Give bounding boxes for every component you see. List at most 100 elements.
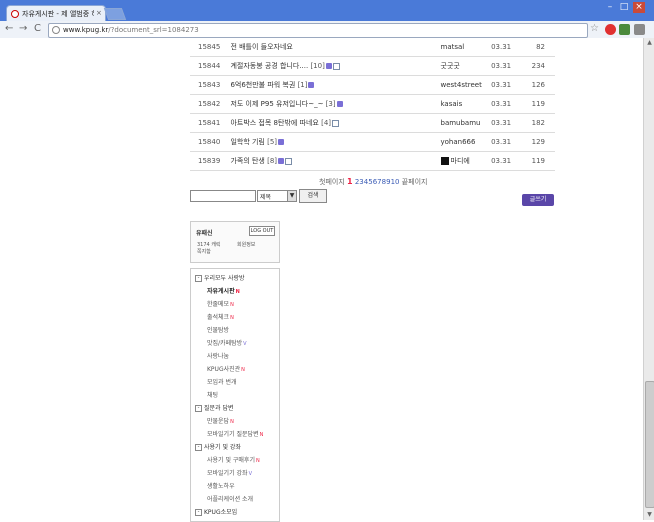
post-subject-cell: 전 배틀이 들오자네요 [230, 38, 441, 57]
close-window-button[interactable]: × [633, 2, 645, 13]
post-author[interactable]: yohan666 [440, 132, 492, 152]
menu-group[interactable]: - 사용기 및 강좌 [195, 442, 241, 451]
address-bar[interactable]: www.kpug.kr/?document_srl=1084273 [48, 23, 588, 38]
menu-group[interactable]: - 질문과 답변 [195, 403, 234, 412]
first-page-link[interactable]: 첫페이지 [319, 178, 345, 186]
comment-count[interactable]: [1] [298, 81, 308, 89]
post-number: 15841 [190, 113, 231, 133]
new-badge-icon: N [259, 432, 264, 438]
comment-count[interactable]: [3] [326, 100, 336, 108]
expand-icon[interactable]: - [195, 509, 202, 516]
post-subject-link[interactable]: 가족의 탄생 [230, 157, 264, 165]
vertical-scrollbar[interactable]: ▲ ▼ [643, 38, 654, 520]
menu-item[interactable]: 모바일기기 질문답변N [207, 429, 263, 438]
menu-group[interactable]: - KPUG소모임 [195, 507, 237, 516]
menu-item[interactable]: 모바일기기 강좌V [207, 468, 252, 477]
post-row[interactable]: 15841 아트박스 접목 8탄밖에 따네요 [4] bamubamu 03.31 18… [190, 113, 555, 133]
post-row[interactable]: 15839 가족의 탄생 [8] 마디에 03.31 119 [190, 151, 555, 171]
new-badge-icon: N [255, 458, 260, 464]
menu-item[interactable]: 맛집/카페탐방V [207, 338, 247, 347]
menu-item[interactable]: 채팅 [207, 390, 218, 399]
write-post-button[interactable]: 글쓰기 [522, 194, 554, 206]
post-number: 15842 [190, 94, 231, 114]
new-post-icon [278, 139, 285, 145]
menu-item[interactable]: 만물운답N [207, 416, 234, 425]
forward-arrow-icon[interactable]: → [19, 23, 27, 34]
back-arrow-icon[interactable]: ← [5, 23, 13, 34]
search-target-select[interactable]: 제목 ▼ [257, 190, 297, 202]
scroll-down-icon[interactable]: ▼ [644, 510, 654, 520]
points-link[interactable]: 3174 캐릭 [197, 241, 221, 248]
last-page-link[interactable]: 끝페이지 [402, 178, 428, 186]
comment-count[interactable]: [10] [310, 62, 324, 70]
menu-item[interactable]: KPUG사진관N [207, 364, 245, 373]
extension-stop-icon[interactable] [605, 24, 616, 35]
post-author[interactable]: bamubamu [440, 113, 492, 133]
page-content: 15845 전 배틀이 들오자네요 matsal 03.31 82 15844 계절자동봉… [0, 38, 643, 522]
attachment-icon [332, 62, 340, 70]
post-subject-link[interactable]: 6억6천만불 파워 복권 [230, 81, 295, 89]
menu-item[interactable]: 출석체크N [207, 312, 234, 321]
post-author[interactable]: west4street [440, 75, 492, 95]
extension-icon[interactable] [619, 24, 630, 35]
menu-item[interactable]: 사용기 및 구매후기N [207, 455, 260, 464]
reload-icon[interactable]: C [34, 23, 41, 34]
post-subject-cell: 저도 이제 P95 유저입니다~_~ [3] [230, 94, 441, 114]
menu-item[interactable]: 사랑나눔 [207, 351, 229, 360]
post-author[interactable]: 마디에 [440, 151, 492, 171]
expand-icon[interactable]: - [195, 405, 202, 412]
post-subject-link[interactable]: 일학학 기림 [230, 138, 264, 146]
post-subject-cell: 6억6천만불 파워 복권 [1] [230, 75, 441, 95]
post-row[interactable]: 15840 일학학 기림 [5] yohan666 03.31 129 [190, 132, 555, 152]
post-row[interactable]: 15845 전 배틀이 들오자네요 matsal 03.31 82 [190, 38, 555, 57]
new-tab-button[interactable] [103, 8, 127, 20]
expand-icon[interactable]: - [195, 444, 202, 451]
post-date: 03.31 [491, 132, 522, 152]
post-subject-link[interactable]: 아트박스 접목 8탄밖에 따네요 [230, 119, 318, 127]
logout-button[interactable]: LOG OUT [249, 226, 275, 236]
maximize-button[interactable]: □ [618, 2, 630, 13]
minimize-button[interactable]: – [604, 2, 616, 13]
post-subject-link[interactable]: 저도 이제 P95 유저입니다~_~ [230, 100, 323, 108]
post-author[interactable]: kasais [440, 94, 492, 114]
comment-count[interactable]: [8] [267, 157, 277, 165]
search-button[interactable]: 검색 [299, 189, 327, 203]
menu-item[interactable]: 한줄메모N [207, 299, 234, 308]
vote-badge-icon: V [243, 341, 247, 347]
menu-item[interactable]: 모임과 번개 [207, 377, 237, 386]
post-subject-link[interactable]: 전 배틀이 들오자네요 [230, 43, 292, 51]
post-number: 15840 [190, 132, 231, 152]
post-author[interactable]: matsal [440, 38, 492, 57]
post-hits: 119 [521, 94, 555, 114]
menu-item[interactable]: 생활노하우 [207, 481, 235, 490]
post-row[interactable]: 15844 계절자동봉 공경 합니다.... [10] 굿굿굿 03.31 234 [190, 56, 555, 76]
post-author[interactable]: 굿굿굿 [440, 56, 492, 76]
browser-tab[interactable]: 자유게시판 - 제 앨범중 하 × [6, 5, 106, 22]
post-row[interactable]: 15842 저도 이제 P95 유저입니다~_~ [3] kasais 03.31 11… [190, 94, 555, 114]
scrollbar-thumb[interactable] [645, 381, 654, 508]
page-link[interactable]: 10 [391, 178, 400, 186]
comment-count[interactable]: [4] [321, 119, 331, 127]
post-date: 03.31 [491, 56, 522, 76]
post-date: 03.31 [491, 113, 522, 133]
menu-group[interactable]: - 우리모두 사랑방 [195, 273, 245, 282]
member-info-link[interactable]: 회원정보 [237, 241, 255, 248]
address-text[interactable]: www.kpug.kr/?document_srl=1084273 [63, 26, 199, 34]
scroll-up-icon[interactable]: ▲ [644, 38, 654, 48]
comment-count[interactable]: [5] [267, 138, 277, 146]
bookmark-star-icon[interactable]: ☆ [590, 23, 599, 34]
tab-close-icon[interactable]: × [96, 9, 102, 17]
post-hits: 82 [521, 38, 555, 57]
chevron-down-icon[interactable]: ▼ [287, 191, 296, 201]
wrench-icon[interactable] [634, 24, 645, 35]
post-date: 03.31 [491, 75, 522, 95]
menu-item[interactable]: 자유게시판N [207, 286, 240, 295]
post-row[interactable]: 15843 6억6천만불 파워 복권 [1] west4street 03.31 126 [190, 75, 555, 95]
post-subject-link[interactable]: 계절자동봉 공경 합니다.... [230, 62, 308, 70]
search-input[interactable] [190, 190, 256, 202]
post-number: 15843 [190, 75, 231, 95]
message-box-link[interactable]: 쪽지함 [197, 248, 211, 255]
menu-item[interactable]: 어플리케이션 소개 [207, 494, 253, 503]
expand-icon[interactable]: - [195, 275, 202, 282]
menu-item[interactable]: 인물탐방 [207, 325, 229, 334]
